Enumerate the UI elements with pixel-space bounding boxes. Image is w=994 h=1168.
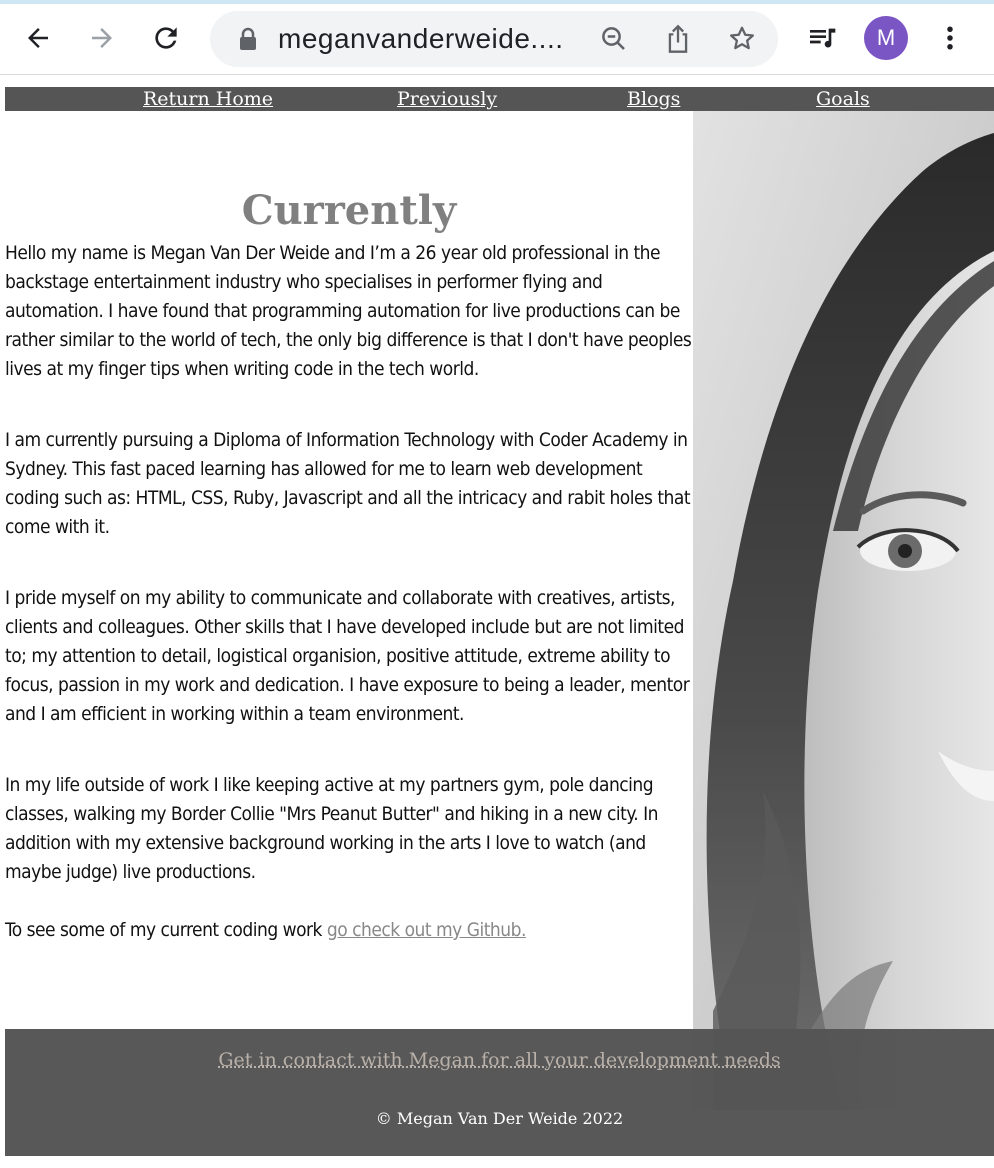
nav-link-blogs[interactable]: Blogs — [627, 87, 680, 111]
browser-menu-button[interactable] — [930, 18, 970, 58]
back-arrow-icon — [28, 28, 48, 48]
browser-toolbar: meganvanderweide.... M — [0, 4, 994, 75]
url-text[interactable]: meganvanderweide.... — [278, 11, 564, 67]
reload-button[interactable] — [146, 18, 186, 58]
back-button[interactable] — [18, 18, 58, 58]
address-bar[interactable]: meganvanderweide.... — [210, 11, 778, 67]
intro-paragraph: Hello my name is Megan Van Der Weide and… — [5, 242, 692, 380]
github-paragraph: To see some of my current coding work go… — [5, 916, 693, 945]
contact-link[interactable]: Get in contact with Megan for all your d… — [5, 1049, 994, 1071]
more-vertical-icon — [947, 26, 953, 50]
playlist-music-icon — [810, 28, 836, 48]
portrait-photo — [693, 111, 994, 1110]
github-prefix-text: To see some of my current coding work — [5, 919, 327, 941]
bookmark-star-icon[interactable] — [724, 21, 760, 57]
copyright-text: © Megan Van Der Weide 2022 — [375, 1109, 624, 1128]
nav-link-return-home[interactable]: Return Home — [143, 87, 273, 111]
github-link[interactable]: go check out my Github. — [327, 919, 526, 941]
media-control-button[interactable] — [802, 18, 842, 58]
page-footer: Get in contact with Megan for all your d… — [5, 1029, 994, 1156]
reload-icon — [155, 27, 177, 49]
site-nav: Return Home Previously Blogs Goals — [5, 87, 994, 111]
zoom-out-icon[interactable] — [596, 21, 632, 57]
hobbies-paragraph: In my life outside of work I like keepin… — [5, 774, 658, 883]
forward-arrow-icon — [92, 28, 112, 48]
nav-link-goals[interactable]: Goals — [816, 87, 870, 111]
share-icon[interactable] — [660, 21, 696, 57]
skills-paragraph: I pride myself on my ability to communic… — [5, 587, 690, 725]
profile-avatar[interactable]: M — [864, 16, 908, 60]
about-content: Hello my name is Megan Van Der Weide and… — [5, 239, 693, 987]
lock-icon[interactable] — [230, 21, 266, 57]
education-paragraph: I am currently pursuing a Diploma of Inf… — [5, 429, 691, 538]
nav-link-previously[interactable]: Previously — [397, 87, 497, 111]
forward-button[interactable] — [82, 18, 122, 58]
page-title: Currently — [241, 186, 457, 234]
